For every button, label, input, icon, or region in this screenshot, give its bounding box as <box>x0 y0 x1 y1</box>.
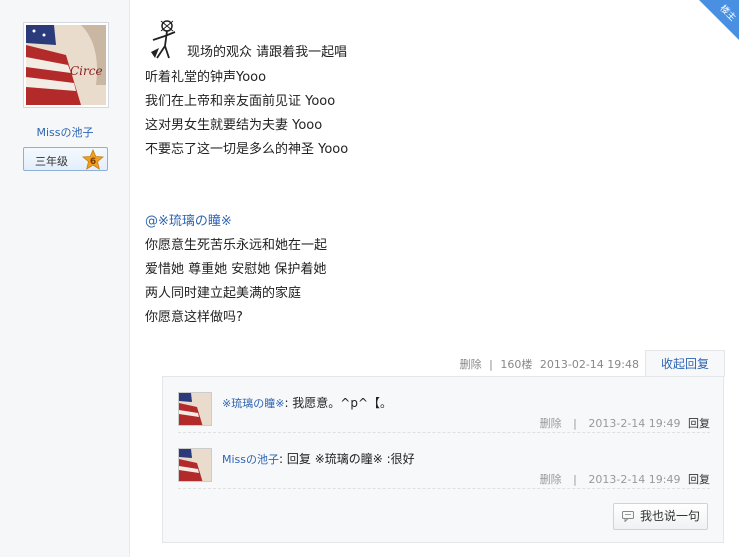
post-footer: 删除 | 160楼 2013-02-14 19:48 收起回复 <box>145 350 725 377</box>
level-label: 三年级 <box>35 155 68 168</box>
reply-author-link[interactable]: Missの池子 <box>222 453 279 466</box>
user-sidebar: Circe Missの池子 三年级 6 <box>0 0 130 557</box>
level-badge[interactable]: 三年级 6 <box>23 147 108 171</box>
post-line: 你愿意生死苦乐永远和她在一起 <box>145 238 328 253</box>
reply-avatar[interactable] <box>178 448 212 482</box>
post-line: 爱惜她 尊重她 安慰她 保护着她 <box>145 262 327 277</box>
post-line: 两人同时建立起美满的家庭 <box>145 286 302 301</box>
post-line: 不要忘了这一切是多么的神圣 Yooo <box>145 142 349 157</box>
reply-item: ※琉璃の瞳※: 我愿意。^p^【。 删除 | 2013-2-14 19:49 回… <box>178 377 710 433</box>
reply-item: Missの池子: 回复 ※琉璃の瞳※ :很好 删除 | 2013-2-14 19… <box>178 433 710 489</box>
reply-meta: 删除 | 2013-2-14 19:49 回复 <box>540 471 710 487</box>
add-reply-label: 我也说一句 <box>640 509 701 523</box>
post-line: 这对男女生就要结为夫妻 Yooo <box>145 118 323 133</box>
post-timestamp: 2013-02-14 19:48 <box>539 358 639 371</box>
floor-number: 160楼 <box>500 358 533 371</box>
dancing-figure-icon <box>151 20 176 59</box>
reply-timestamp: 2013-2-14 19:49 <box>588 473 681 486</box>
reply-author-link[interactable]: ※琉璃の瞳※ <box>222 397 284 410</box>
thread-owner-badge: 楼主 <box>699 0 739 40</box>
level-star-icon: 6 <box>82 149 104 170</box>
post-meta: 删除 | 160楼 2013-02-14 19:48 <box>460 356 639 372</box>
reply-avatar[interactable] <box>178 392 212 426</box>
post-line: 你愿意这样做吗? <box>145 310 243 325</box>
delete-reply-link[interactable]: 删除 <box>540 417 562 430</box>
reply-box: ※琉璃の瞳※: 我愿意。^p^【。 删除 | 2013-2-14 19:49 回… <box>162 376 724 543</box>
post-line: 我们在上帝和亲友面前见证 Yooo <box>145 94 336 109</box>
collapse-replies-tab[interactable]: 收起回复 <box>645 350 725 377</box>
reply-meta: 删除 | 2013-2-14 19:49 回复 <box>540 415 710 431</box>
user-avatar[interactable]: Circe <box>23 22 109 108</box>
post-line: 听着礼堂的钟声Yooo <box>145 70 267 85</box>
post-first-line: 现场的观众 请跟着我一起唱 <box>145 18 705 66</box>
reply-timestamp: 2013-2-14 19:49 <box>588 417 681 430</box>
svg-text:Circe: Circe <box>70 64 103 78</box>
username-link[interactable]: Missの池子 <box>0 124 130 140</box>
reply-to-link[interactable]: 回复 <box>688 417 710 430</box>
separator: | <box>489 358 493 371</box>
user-mention-link[interactable]: @※琉璃の瞳※ <box>145 210 705 234</box>
reply-text: Missの池子: 回复 ※琉璃の瞳※ :很好 <box>222 450 415 467</box>
separator: | <box>573 417 577 430</box>
separator: | <box>573 473 577 486</box>
reply-content: : 我愿意。^p^【。 <box>284 396 393 410</box>
delete-post-link[interactable]: 删除 <box>460 358 482 371</box>
post-content: 现场的观众 请跟着我一起唱 听着礼堂的钟声Yooo 我们在上帝和亲友面前见证 Y… <box>145 18 705 330</box>
delete-reply-link[interactable]: 删除 <box>540 473 562 486</box>
reply-text: ※琉璃の瞳※: 我愿意。^p^【。 <box>222 394 392 411</box>
post-line: 现场的观众 请跟着我一起唱 <box>187 45 348 60</box>
add-reply-button[interactable]: 我也说一句 <box>613 503 708 530</box>
comment-icon <box>622 511 634 522</box>
avatar-image: Circe <box>26 25 106 105</box>
reply-content: : 回复 ※琉璃の瞳※ :很好 <box>279 452 415 466</box>
reply-to-link[interactable]: 回复 <box>688 473 710 486</box>
svg-text:6: 6 <box>90 157 96 167</box>
